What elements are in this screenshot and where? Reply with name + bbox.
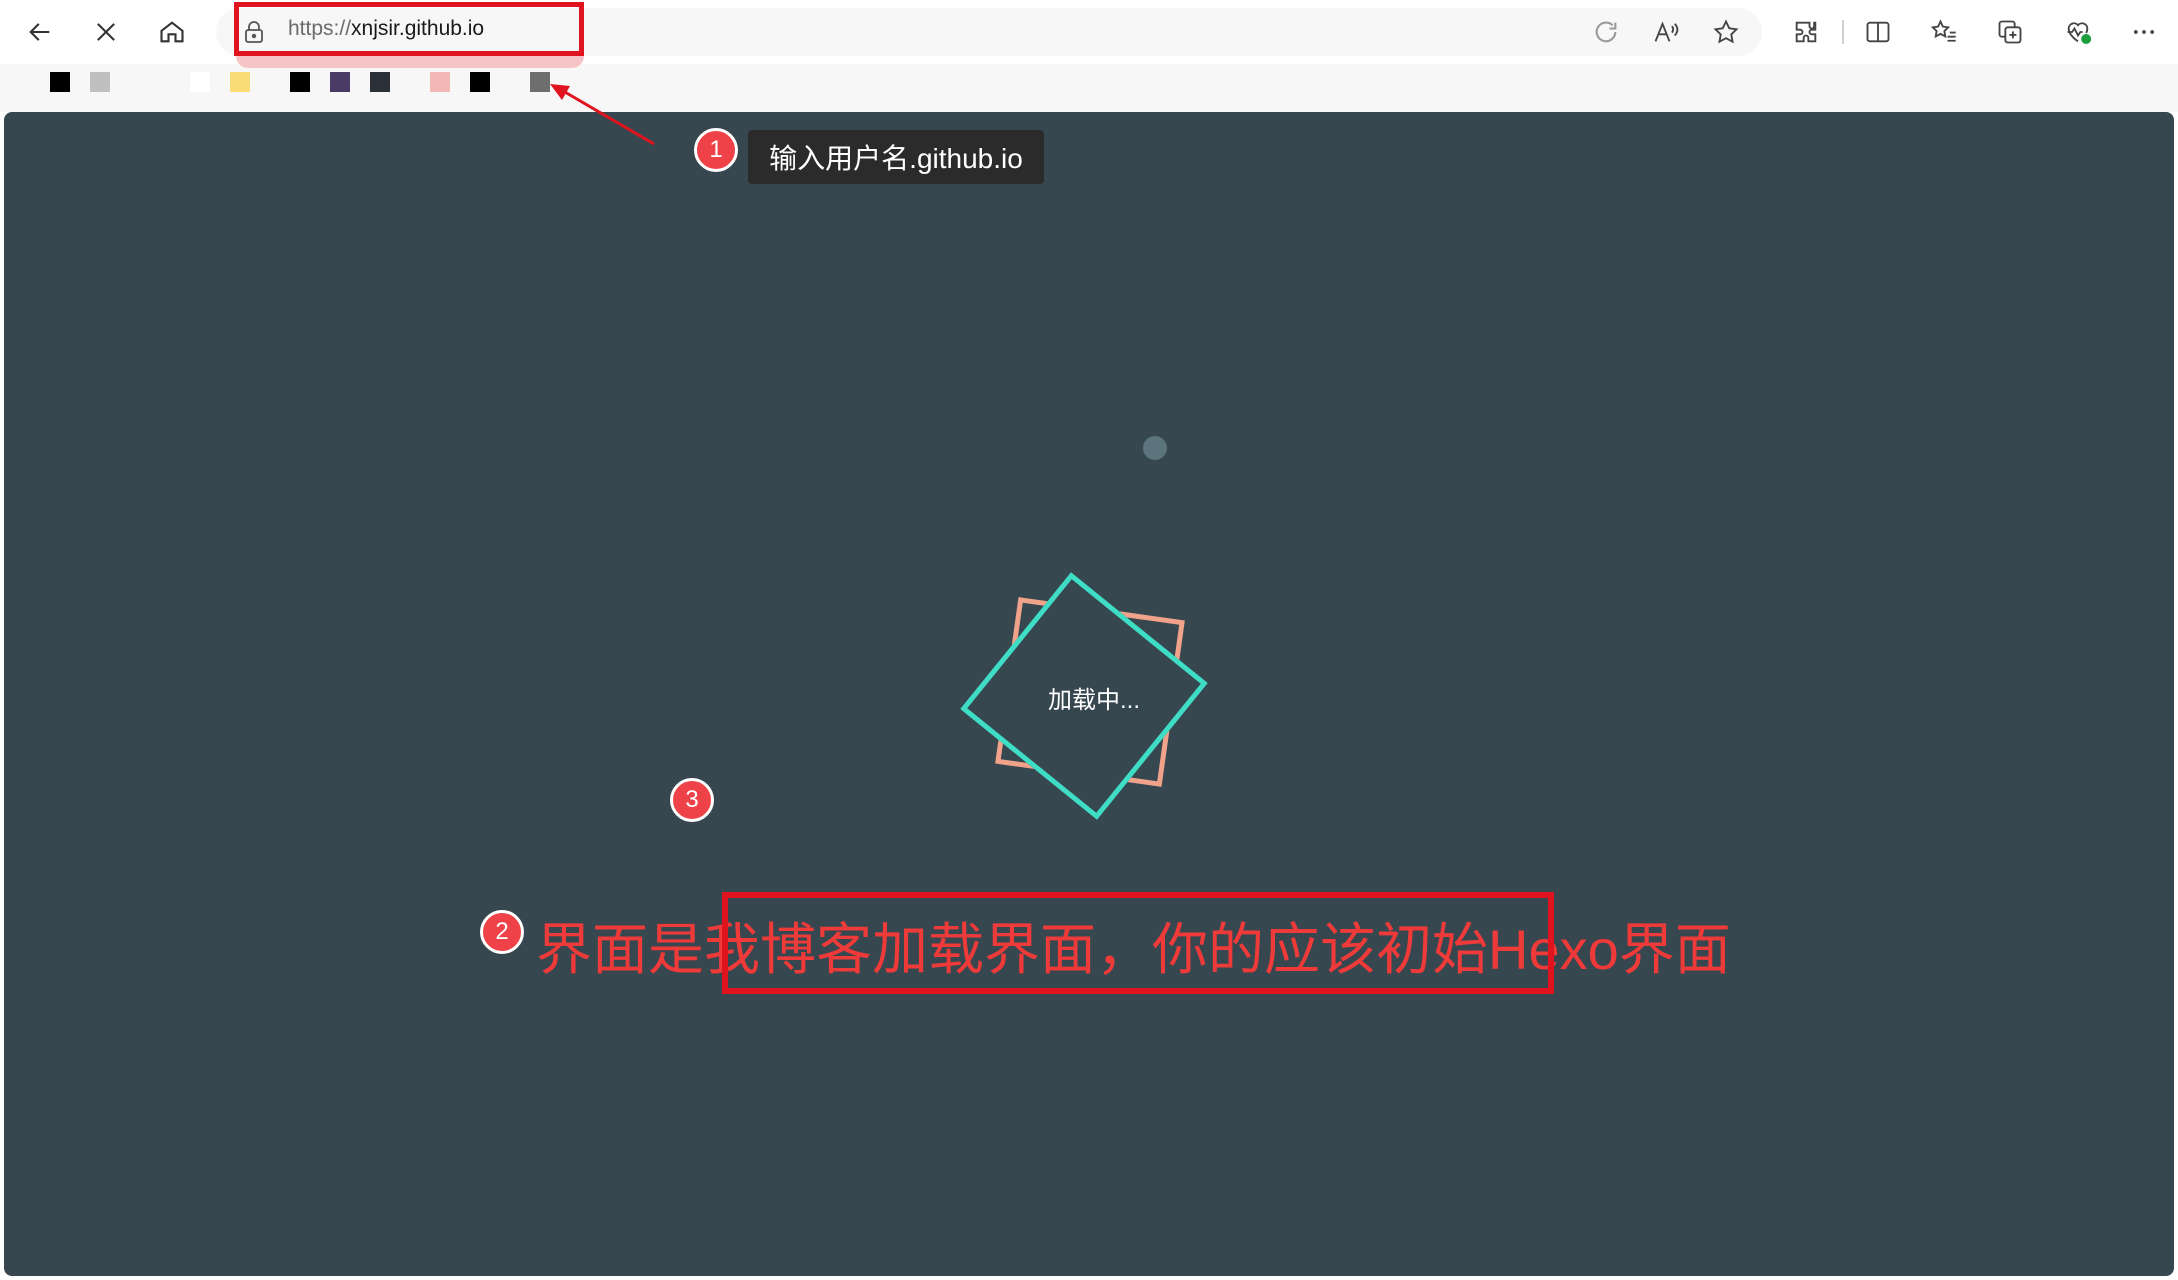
collections-button[interactable] xyxy=(1990,12,2030,52)
bookmark-favicon[interactable] xyxy=(430,72,450,92)
url-highlight-box xyxy=(234,2,584,56)
step-badge-3: 3 xyxy=(670,778,714,822)
callout-arrow xyxy=(550,84,655,146)
read-aloud-icon xyxy=(1654,21,1679,42)
read-aloud-button[interactable] xyxy=(1646,12,1686,52)
bookmark-favicon[interactable] xyxy=(330,72,350,92)
refresh-site-icon[interactable] xyxy=(1586,12,1626,52)
bookmark-favicon[interactable] xyxy=(290,72,310,92)
settings-more-button[interactable] xyxy=(2124,12,2164,52)
toolbar-divider xyxy=(1842,20,1844,44)
back-arrow-icon xyxy=(29,23,50,41)
bookmark-favicon[interactable] xyxy=(530,72,550,92)
step-badge-2: 2 xyxy=(480,910,524,954)
loading-text: 加载中... xyxy=(1047,687,1140,714)
close-icon xyxy=(97,23,115,41)
bookmark-favicon[interactable] xyxy=(190,72,210,92)
favorite-star-button[interactable] xyxy=(1706,12,1746,52)
refresh-icon xyxy=(1595,21,1617,43)
bookmark-favicon[interactable] xyxy=(230,72,250,92)
collections-icon xyxy=(1998,20,2022,44)
address-highlight-shadow xyxy=(236,56,584,68)
step-badge-1: 1 xyxy=(694,128,738,172)
note-highlight-box xyxy=(722,892,1554,994)
extensions-button[interactable] xyxy=(1786,12,1826,52)
bookmark-favicon[interactable] xyxy=(470,72,490,92)
bookmarks-bar xyxy=(0,64,2178,112)
step1-tooltip: 输入用户名.github.io xyxy=(748,130,1044,184)
favorites-button[interactable] xyxy=(1924,12,1964,52)
bookmark-favicon[interactable] xyxy=(370,72,390,92)
star-icon xyxy=(1713,19,1739,44)
favorites-list-icon xyxy=(1930,19,1956,42)
home-button[interactable] xyxy=(150,10,194,54)
back-button[interactable] xyxy=(18,10,62,54)
split-screen-icon xyxy=(1866,21,1890,43)
more-dots-icon xyxy=(2133,30,2155,34)
home-icon xyxy=(160,21,184,43)
heart-health-icon xyxy=(2067,22,2092,45)
loader-dot xyxy=(1143,436,1167,460)
split-screen-button[interactable] xyxy=(1858,12,1898,52)
bookmark-favicon[interactable] xyxy=(90,72,110,92)
stop-loading-button[interactable] xyxy=(84,10,128,54)
browser-essentials-button[interactable] xyxy=(2058,12,2098,52)
puzzle-icon xyxy=(1795,21,1817,43)
bookmark-favicon[interactable] xyxy=(50,72,70,92)
